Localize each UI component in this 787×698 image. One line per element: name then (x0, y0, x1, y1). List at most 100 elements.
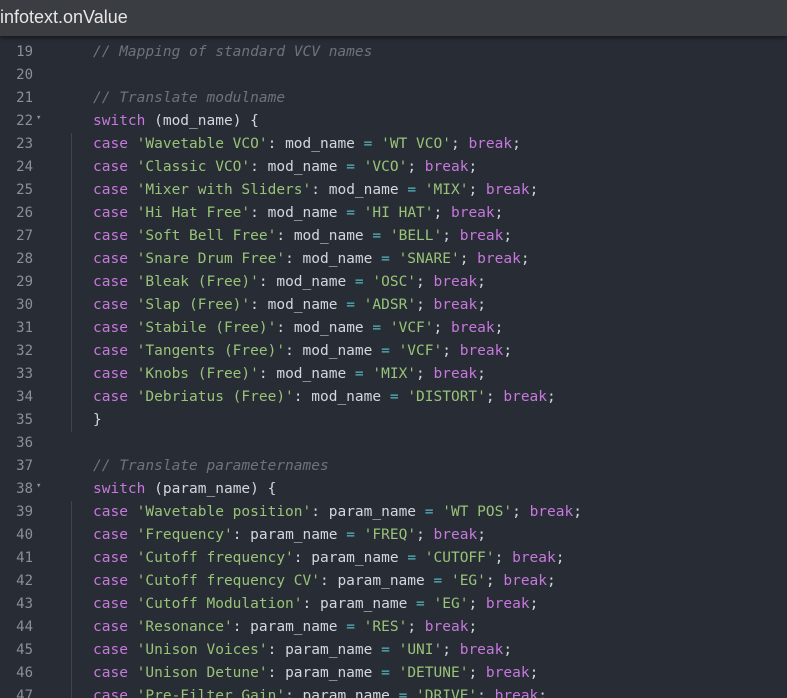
code-editor[interactable]: 18{19// Mapping of standard VCV names202… (0, 36, 787, 698)
code-line[interactable]: 20 (0, 64, 787, 87)
code-line[interactable]: 35} (0, 409, 787, 432)
code-line[interactable]: 45 case 'Unison Voices': param_name = 'UN… (0, 639, 787, 662)
line-number: 24 (16, 159, 33, 175)
code-line[interactable]: 46 case 'Unison Detune': param_name = 'DE… (0, 662, 787, 685)
variable-name: mod_name (267, 205, 338, 221)
code-line[interactable]: 33 case 'Knobs (Free)': mod_name = 'MIX';… (0, 363, 787, 386)
assign-operator: = (407, 182, 417, 198)
line-number: 39 (16, 504, 33, 520)
indent-guide (71, 524, 72, 547)
value-string: 'OSC' (372, 274, 417, 290)
case-string: 'Knobs (Free)' (136, 366, 259, 382)
keyword-case: case (93, 182, 128, 198)
code-line[interactable]: 28 case 'Snare Drum Free': mod_name = 'SN… (0, 248, 787, 271)
value-string: 'MIX' (424, 182, 469, 198)
variable-name: param_name (285, 642, 373, 658)
code-line[interactable]: 25 case 'Mixer with Sliders': mod_name = … (0, 179, 787, 202)
line-number: 28 (16, 251, 33, 267)
code-line[interactable]: 47 case 'Pre-Filter Gain': param_name = '… (0, 685, 787, 698)
assign-operator: = (346, 159, 355, 175)
keyword-break: break (433, 527, 478, 543)
line-number: 33 (16, 366, 33, 382)
code-line[interactable]: 42 case 'Cutoff frequency CV': param_name… (0, 570, 787, 593)
code-line[interactable]: 31 case 'Stabile (Free)': mod_name = 'VCF… (0, 317, 787, 340)
assign-operator: = (346, 527, 355, 543)
code-text: case 'Frequency': param_name = 'FREQ'; b… (93, 527, 486, 543)
variable-name: mod_name (302, 251, 373, 267)
keyword-case: case (93, 366, 128, 382)
value-string: 'DETUNE' (398, 665, 469, 681)
variable-name: mod_name (285, 136, 355, 152)
code-line[interactable]: 40 case 'Frequency': param_name = 'FREQ';… (0, 524, 787, 547)
assign-operator: = (381, 251, 390, 267)
code-text: // Translate parameternames (93, 455, 329, 478)
code-line[interactable]: 24 case 'Classic VCO': mod_name = 'VCO'; … (0, 156, 787, 179)
indent-guide (71, 685, 72, 698)
keyword-case: case (93, 688, 128, 698)
variable-name: mod_name (293, 228, 364, 244)
case-string: 'Classic VCO' (136, 159, 251, 175)
indent-guide (71, 662, 72, 685)
indent-guide (71, 202, 72, 225)
code-line[interactable]: 37 // Translate parameternames (0, 455, 787, 478)
variable-name: mod_name (311, 389, 382, 405)
case-string: 'Unison Voices' (136, 642, 268, 658)
fold-toggle-icon[interactable]: ▾ (36, 475, 41, 498)
code-line[interactable]: 30 case 'Slap (Free)': mod_name = 'ADSR';… (0, 294, 787, 317)
case-string: 'Resonance' (136, 619, 233, 635)
line-number: 22 (16, 113, 33, 129)
keyword-case: case (93, 274, 128, 290)
fold-toggle-icon[interactable]: ▾ (36, 107, 41, 130)
code-text: case 'Snare Drum Free': mod_name = 'SNAR… (93, 251, 530, 267)
code-line[interactable]: 38 ▾ switch (param_name) { (0, 478, 787, 501)
case-string: 'Wavetable position' (136, 504, 312, 520)
code-comment: // Translate parameternames (93, 458, 329, 474)
assign-operator: = (372, 320, 382, 336)
code-line[interactable]: 27 case 'Soft Bell Free': mod_name = 'BEL… (0, 225, 787, 248)
line-number: 47 (16, 688, 33, 698)
assign-operator: = (372, 228, 382, 244)
code-line[interactable]: 36 (0, 432, 787, 455)
code-line[interactable]: 23 case 'Wavetable VCO': mod_name = 'WT V… (0, 133, 787, 156)
code-text: case 'Cutoff frequency': param_name = 'C… (93, 550, 565, 566)
variable-name: param_name (250, 619, 338, 635)
code-line[interactable]: 43 case 'Cutoff Modulation': param_name =… (0, 593, 787, 616)
line-number: 20 (16, 67, 33, 83)
keyword-break: break (433, 274, 478, 290)
keyword-switch: switch (93, 481, 146, 497)
assign-operator: = (381, 665, 390, 681)
code-line[interactable]: 26 case 'Hi Hat Free': mod_name = 'HI HAT… (0, 202, 787, 225)
code-line[interactable]: 32 case 'Tangents (Free)': mod_name = 'VC… (0, 340, 787, 363)
value-string: 'RES' (363, 619, 408, 635)
code-line[interactable]: 21 // Translate modulname (0, 87, 787, 110)
variable-name: mod_name (276, 274, 347, 290)
variable-name: param_name (285, 665, 373, 681)
value-string: 'EG' (450, 573, 486, 589)
keyword-break: break (468, 136, 513, 152)
code-line[interactable]: 29 case 'Bleak (Free)': mod_name = 'OSC';… (0, 271, 787, 294)
code-line[interactable]: 19 // Mapping of standard VCV names (0, 41, 787, 64)
code-line[interactable]: 22 ▾ switch (mod_name) { (0, 110, 787, 133)
indent-guide (71, 133, 72, 156)
code-line[interactable]: 34 case 'Debriatus (Free)': mod_name = 'D… (0, 386, 787, 409)
indent-guide (71, 501, 72, 524)
code-comment: // Mapping of standard VCV names (93, 44, 373, 60)
code-text: case 'Wavetable VCO': mod_name = 'WT VCO… (93, 136, 521, 152)
line-number: 40 (16, 527, 33, 543)
code-line[interactable]: 39 case 'Wavetable position': param_name … (0, 501, 787, 524)
keyword-break: break (433, 366, 478, 382)
line-number: 36 (16, 435, 33, 451)
case-string: 'Tangents (Free)' (136, 343, 286, 359)
line-number: 44 (16, 619, 33, 635)
title-bar: infotext.onValue (0, 0, 787, 36)
variable-name: param_name (320, 596, 408, 612)
code-line[interactable]: 41 case 'Cutoff frequency': param_name = … (0, 547, 787, 570)
code-text: case 'Knobs (Free)': mod_name = 'MIX'; b… (93, 366, 486, 382)
assign-operator: = (354, 274, 364, 290)
keyword-case: case (93, 251, 128, 267)
indent-guide (71, 570, 72, 593)
keyword-case: case (93, 642, 128, 658)
value-string: 'WT POS' (442, 504, 513, 520)
value-string: 'UNI' (398, 642, 443, 658)
code-line[interactable]: 44 case 'Resonance': param_name = 'RES'; … (0, 616, 787, 639)
